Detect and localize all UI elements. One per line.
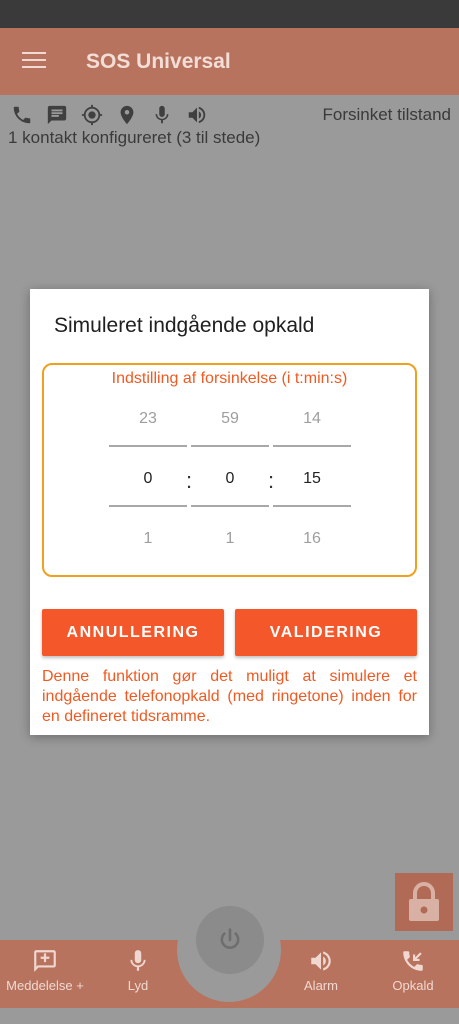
hours-divider-top [109,445,187,447]
dialog-description: Denne funktion gør det muligt at simuler… [42,668,417,725]
minutes-divider-top [191,445,269,447]
seconds-next-value[interactable]: 16 [273,530,351,548]
nav-sound-button[interactable]: Lyd [93,948,183,993]
nav-alarm-label: Alarm [304,978,338,993]
seconds-divider-top [273,445,351,447]
hours-prev-value[interactable]: 23 [109,410,187,428]
minutes-wheel[interactable]: 59 0 1 [191,365,269,579]
minutes-current-value[interactable]: 0 [191,470,269,488]
minutes-next-value[interactable]: 1 [191,530,269,548]
hours-wheel[interactable]: 23 0 1 [109,365,187,579]
status-icon-row [8,103,210,127]
power-icon [220,928,240,949]
contacts-status-text: 1 kontakt konfigureret (3 til stede) [8,128,261,147]
lock-icon[interactable] [395,873,453,931]
validate-button[interactable]: VALIDERING [235,609,417,656]
minutes-divider-bottom [191,505,269,507]
hours-current-value[interactable]: 0 [109,470,187,488]
nav-alarm-button[interactable]: Alarm [276,948,366,993]
dialog-title: Simuleret indgående opkald [54,314,315,337]
cancel-button[interactable]: ANNULLERING [42,609,224,656]
nav-sound-label: Lyd [127,978,149,993]
speaker-icon [311,951,331,971]
hours-divider-bottom [109,505,187,507]
app-bar: SOS Universal [0,28,459,95]
seconds-wheel[interactable]: 14 15 16 [273,365,351,579]
seconds-current-value[interactable]: 15 [273,470,351,488]
hamburger-menu-icon[interactable] [22,52,46,70]
gps-target-icon [78,103,105,127]
message-icon [43,103,70,127]
nav-message-button[interactable]: Meddelelse + [0,948,90,993]
microphone-icon [148,103,175,127]
system-status-bar [0,0,459,28]
nav-message-label: Meddelelse + [6,978,84,993]
add-message-icon [34,950,56,972]
delay-picker: Indstilling af forsinkelse (i t:min:s) 2… [42,363,417,577]
nav-call-button[interactable]: Opkald [368,948,458,993]
microphone-icon [130,950,146,971]
minutes-prev-value[interactable]: 59 [191,410,269,428]
mode-status-text: Forsinket tilstand [322,105,452,124]
power-button[interactable] [196,906,264,974]
seconds-prev-value[interactable]: 14 [273,410,351,428]
location-pin-icon [113,103,140,127]
nav-call-label: Opkald [392,978,434,993]
seconds-divider-bottom [273,505,351,507]
incoming-call-icon [403,951,423,971]
app-title: SOS Universal [86,50,231,73]
hours-next-value[interactable]: 1 [109,530,187,548]
speaker-icon [183,103,210,127]
phone-icon [8,103,35,127]
system-nav-area [0,1008,459,1024]
simulated-call-dialog: Simuleret indgående opkald Indstilling a… [30,289,429,735]
